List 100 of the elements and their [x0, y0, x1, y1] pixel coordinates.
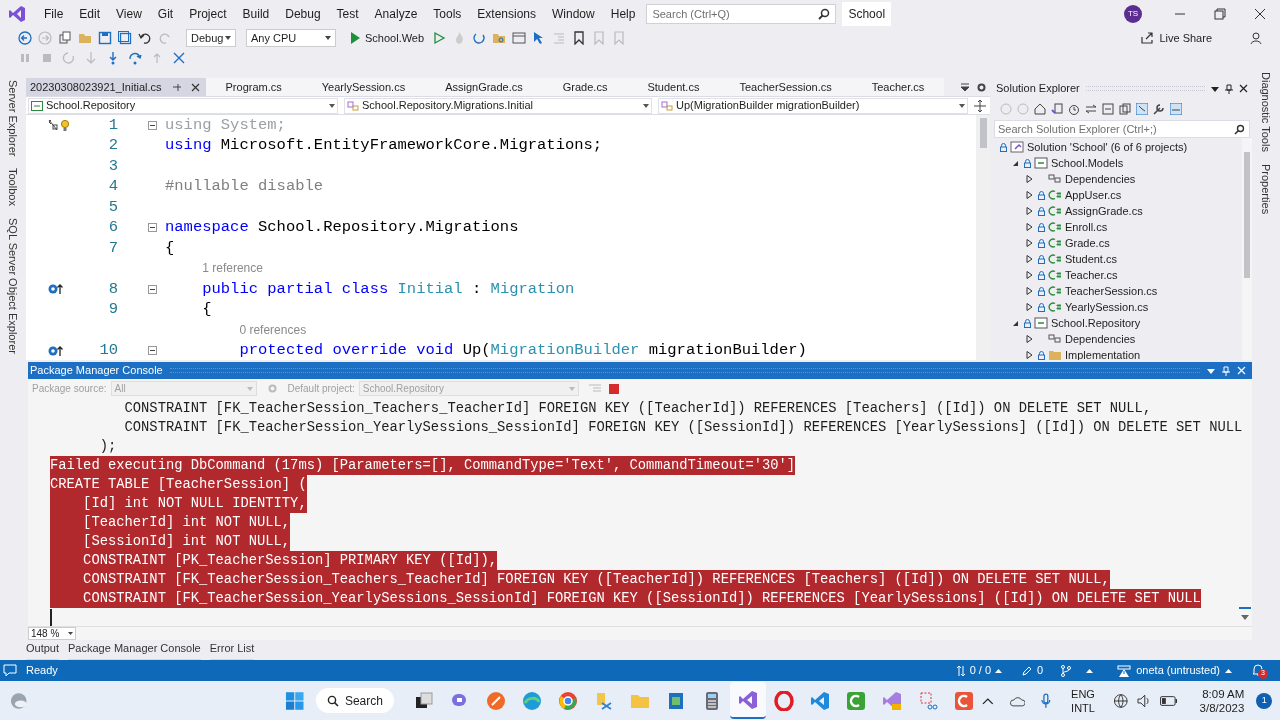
collapsed-icon[interactable] [1026, 255, 1033, 263]
chevron-up-icon[interactable] [982, 696, 994, 705]
collapsed-icon[interactable] [1026, 351, 1033, 359]
menu-item[interactable]: View [108, 3, 150, 25]
ring-browser-icon[interactable] [774, 690, 794, 711]
menu-item[interactable]: Test [328, 3, 367, 25]
code-editor-icon[interactable] [810, 690, 830, 711]
menu-item[interactable]: Build [234, 3, 278, 25]
ide-app-icon[interactable] [738, 689, 758, 710]
close-icon[interactable] [1239, 84, 1248, 93]
ide-preview-icon[interactable] [882, 690, 903, 711]
tree-item[interactable]: Student.cs [992, 251, 1242, 267]
search-field[interactable]: Search (Ctrl+Q) [646, 4, 837, 24]
tree-item[interactable]: Grade.cs [992, 235, 1242, 251]
tree-item[interactable]: Enroll.cs [992, 219, 1242, 235]
back-icon[interactable] [18, 31, 32, 45]
expanded-icon[interactable] [1012, 319, 1019, 327]
tree-item[interactable]: Dependencies [992, 331, 1242, 347]
save-all-icon[interactable] [118, 31, 132, 45]
close-icon[interactable] [190, 82, 200, 92]
editor-tab[interactable]: Teacher.cs [851, 78, 945, 96]
dropdown-icon[interactable] [1211, 84, 1219, 93]
menu-item[interactable]: Window [544, 3, 603, 25]
history-icon[interactable] [1068, 102, 1080, 115]
editor-tab[interactable]: AssignGrade.cs [425, 78, 543, 96]
navigation-dropdown[interactable]: School.Repository [28, 97, 338, 114]
taskbar-search[interactable]: Search [315, 688, 394, 713]
snipping-tool-icon[interactable] [918, 690, 939, 711]
line-changes-indicator[interactable]: 0 / 0 [955, 662, 1003, 679]
split-icon[interactable] [974, 99, 986, 112]
repository-indicator[interactable]: oneta (untrusted) [1117, 662, 1232, 679]
editor-tab[interactable]: Program.cs [205, 78, 302, 96]
side-tab[interactable]: Properties [1257, 163, 1275, 215]
menu-item[interactable]: Git [149, 3, 182, 25]
quick-actions-icon[interactable] [48, 119, 58, 132]
menu-item[interactable]: File [36, 3, 72, 25]
tree-item[interactable]: Solution 'School' (6 of 6 projects) [992, 139, 1242, 155]
globe-browser-icon[interactable] [521, 690, 542, 711]
collapsed-icon[interactable] [1026, 271, 1033, 279]
search-field[interactable]: Search Solution Explorer (Ctrl+;) [994, 120, 1250, 138]
collapsed-icon[interactable] [1026, 223, 1033, 231]
task-view-icon[interactable] [413, 690, 434, 711]
menu-item[interactable]: Debug [277, 3, 329, 25]
wrench-icon[interactable] [1153, 102, 1165, 115]
close-icon[interactable] [1254, 8, 1266, 20]
zoom-dropdown[interactable]: 148 % [28, 627, 76, 640]
chat-bubble-icon[interactable] [3, 664, 17, 677]
tree-item[interactable]: AssignGrade.cs [992, 203, 1242, 219]
stop-icon[interactable] [608, 383, 619, 394]
network-icon[interactable] [1112, 692, 1129, 709]
lightbulb-icon[interactable] [60, 118, 70, 132]
configuration-dropdown[interactable]: Debug [186, 29, 236, 47]
bookmark-icon[interactable] [572, 31, 587, 45]
editor-tab[interactable]: TeacherSession.cs [719, 78, 852, 96]
collapse-icon[interactable] [148, 120, 157, 130]
copy-icon[interactable] [1119, 102, 1131, 115]
platform-dropdown[interactable]: Any CPU [246, 29, 336, 47]
new-item-icon[interactable] [58, 31, 72, 45]
start-icon[interactable] [284, 690, 304, 711]
cloud-sync-icon[interactable] [1009, 694, 1026, 707]
undo-icon[interactable] [138, 31, 152, 45]
language-indicator[interactable]: ENG INTL [1071, 686, 1095, 715]
navigation-dropdown[interactable]: School.Repository.Migrations.Initial [344, 97, 652, 114]
side-tab[interactable]: SQL Server Object Explorer [4, 218, 22, 355]
step-over-icon[interactable] [128, 51, 142, 65]
battery-icon[interactable] [1160, 695, 1178, 706]
live-share-button[interactable]: Live Share [1140, 29, 1212, 47]
settings-icon[interactable] [976, 81, 987, 93]
start-button[interactable]: School.Web [348, 29, 427, 47]
editor-tab[interactable]: YearlySession.cs [301, 78, 426, 96]
side-tab[interactable]: Diagnostic Tools [1257, 72, 1275, 152]
tree-item[interactable]: School.Repository [992, 315, 1242, 331]
tree-item[interactable]: AppUser.cs [992, 187, 1242, 203]
scroll-down-icon[interactable] [1241, 615, 1249, 620]
restore-icon[interactable] [1214, 8, 1226, 20]
editor-tab[interactable]: Grade.cs [542, 78, 628, 96]
tree-item[interactable]: Dependencies [992, 171, 1242, 187]
tree-item[interactable]: School.Models [992, 155, 1242, 171]
edits-indicator[interactable]: 0 [1022, 662, 1044, 679]
notification-badge[interactable]: 1 [1256, 692, 1272, 709]
editor-tab[interactable]: 20230308023921_Initial.cs [26, 78, 206, 96]
microphone-icon[interactable] [1041, 692, 1052, 709]
save-icon[interactable] [98, 31, 112, 45]
restart-icon[interactable] [62, 51, 76, 65]
pin-icon[interactable] [1225, 83, 1233, 94]
user-avatar[interactable]: TS [1124, 5, 1142, 23]
side-tab[interactable]: Toolbox [4, 168, 22, 207]
feedback-icon[interactable] [1250, 31, 1264, 45]
collapsed-icon[interactable] [1026, 191, 1033, 199]
tree-item[interactable]: TeacherSession.cs [992, 283, 1242, 299]
collapse-icon[interactable] [148, 346, 157, 356]
collapsed-icon[interactable] [1026, 175, 1033, 183]
home-icon[interactable] [1034, 102, 1046, 115]
collapse-icon[interactable] [148, 223, 157, 233]
collapse-all-icon[interactable] [1102, 102, 1114, 115]
sync-icon[interactable] [1085, 102, 1097, 115]
tree-item[interactable]: Teacher.cs [992, 267, 1242, 283]
run-without-debugging-icon[interactable] [432, 31, 447, 45]
tree-item[interactable]: YearlySession.cs [992, 299, 1242, 315]
collapsed-icon[interactable] [1026, 287, 1033, 295]
